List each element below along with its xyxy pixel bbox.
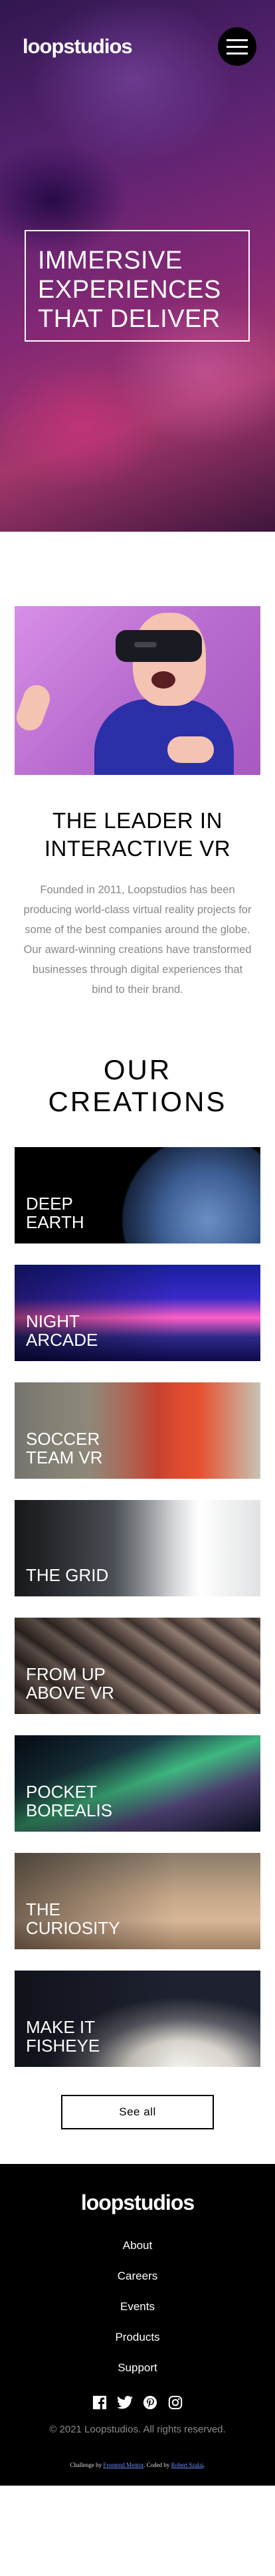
- instagram-icon[interactable]: [167, 2395, 183, 2411]
- footer-link-careers[interactable]: Careers: [118, 2270, 157, 2282]
- creation-card-night-arcade[interactable]: Night Arcade: [15, 1265, 260, 1361]
- creation-card-the-grid[interactable]: The Grid: [15, 1500, 260, 1596]
- copyright-text: © 2021 Loopstudios. All rights reserved.: [49, 2424, 226, 2435]
- about-title: The leader in interactive VR: [44, 808, 231, 861]
- creation-card-label: The Grid: [26, 1565, 109, 1585]
- footer-link-events[interactable]: Events: [120, 2300, 155, 2313]
- see-all-button[interactable]: See all: [61, 2095, 214, 2129]
- image-vr-headset: [116, 630, 202, 662]
- creation-card-label: Pocket Borealis: [26, 1782, 113, 1820]
- footer-link-support[interactable]: Support: [118, 2361, 157, 2374]
- footer-nav-item: Careers: [0, 2270, 275, 2283]
- about-section: The leader in interactive VR Founded in …: [0, 532, 275, 1000]
- creation-card-label: Deep Earth: [26, 1194, 84, 1232]
- footer-nav-item: Support: [0, 2361, 275, 2375]
- creation-card-label: The Curiosity: [26, 1899, 120, 1938]
- top-bar: loopstudios: [0, 0, 275, 93]
- creation-card-label: Make it Fisheye: [26, 2017, 100, 2056]
- creation-card-from-up-above-vr[interactable]: From up above VR: [15, 1618, 260, 1714]
- attribution-suffix: .: [203, 2462, 205, 2468]
- author-link[interactable]: Robert Szalai: [171, 2462, 204, 2468]
- footer-logo[interactable]: loopstudios: [0, 2191, 275, 2215]
- image-arm-left: [15, 681, 54, 734]
- frontend-mentor-link[interactable]: Frontend Mentor: [103, 2462, 143, 2468]
- social-links: [0, 2395, 275, 2411]
- creation-card-deep-earth[interactable]: Deep Earth: [15, 1147, 260, 1243]
- creation-card-make-it-fisheye[interactable]: Make it Fisheye: [15, 1971, 260, 2067]
- twitter-icon[interactable]: [117, 2395, 133, 2411]
- creation-card-label: Night Arcade: [26, 1311, 98, 1350]
- footer-nav-item: Products: [0, 2331, 275, 2344]
- creation-card-label: From up above VR: [26, 1664, 114, 1703]
- footer-nav-item: About: [0, 2239, 275, 2252]
- creation-card-label: Soccer Team VR: [26, 1429, 103, 1467]
- pinterest-icon[interactable]: [142, 2395, 158, 2411]
- logo[interactable]: loopstudios: [23, 35, 133, 58]
- creations-title: Our creations: [48, 1054, 227, 1117]
- facebook-icon[interactable]: [92, 2395, 108, 2411]
- hamburger-menu-button[interactable]: [218, 27, 256, 66]
- footer-link-about[interactable]: About: [123, 2239, 152, 2252]
- footer: loopstudios About Careers Events Product…: [0, 2164, 275, 2486]
- footer-nav: About Careers Events Products Support: [0, 2239, 275, 2375]
- vr-person-image: [15, 606, 260, 775]
- attribution-coded-prefix: . Coded by: [143, 2462, 170, 2468]
- attribution: Challenge by Frontend Mentor. Coded by R…: [0, 2462, 275, 2468]
- creation-card-soccer-team-vr[interactable]: Soccer Team VR: [15, 1382, 260, 1479]
- creation-card-the-curiosity[interactable]: The Curiosity: [15, 1853, 260, 1949]
- hamburger-menu-icon: [227, 39, 248, 41]
- hamburger-menu-icon-bar: [227, 52, 248, 54]
- see-all-wrapper: See all: [15, 2088, 260, 2164]
- creation-card-pocket-borealis[interactable]: Pocket Borealis: [15, 1735, 260, 1832]
- hero-title-box: Immersive experiences that deliver: [25, 230, 250, 342]
- hero-section: loopstudios Immersive experiences that d…: [0, 0, 275, 532]
- footer-nav-item: Events: [0, 2300, 275, 2313]
- image-mouth: [151, 671, 175, 689]
- image-shirt: [94, 699, 234, 775]
- hamburger-menu-icon-bar: [227, 45, 248, 48]
- creations-section: Our creations Deep Earth Night Arcade So…: [0, 1000, 275, 2164]
- image-arm-right: [167, 736, 214, 763]
- footer-link-products[interactable]: Products: [115, 2331, 159, 2343]
- attribution-challenge-prefix: Challenge by: [70, 2462, 102, 2468]
- hero-title: Immersive experiences that deliver: [38, 247, 221, 333]
- about-text: Founded in 2011, Loopstudios has been pr…: [23, 884, 252, 996]
